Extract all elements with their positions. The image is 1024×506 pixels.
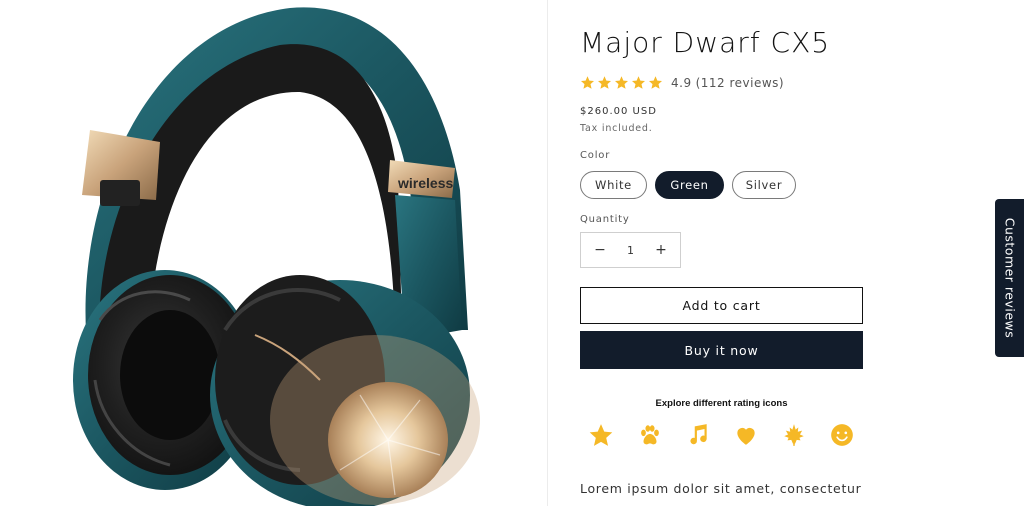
rating-count: (112 reviews) [695,75,785,90]
star-icon [598,76,611,89]
star-icon [615,76,628,89]
quantity-increase-button[interactable]: + [654,242,668,258]
rating-score: 4.9 [671,75,692,90]
rating-stars [580,75,663,90]
music-note-icon[interactable] [685,422,711,448]
color-option-white[interactable]: White [580,171,647,199]
product-price: $260.00 USD [580,106,657,117]
paw-icon[interactable] [637,422,663,448]
buy-now-button[interactable]: Buy it now [580,331,863,369]
rating-icons-row [580,422,863,450]
customer-reviews-tab[interactable]: Customer reviews [995,199,1024,357]
rating-icons-heading: Explore different rating icons [655,398,788,409]
add-to-cart-button[interactable]: Add to cart [580,287,863,324]
star-icon [581,76,594,89]
color-option-green[interactable]: Green [655,171,724,199]
smiley-icon[interactable] [829,422,855,448]
wireless-label: wireless [397,175,453,191]
star-icon [649,76,662,89]
color-label: Color [580,150,611,161]
product-title: Major Dwarf CX5 [580,26,831,59]
quantity-input[interactable]: 1 [627,244,634,257]
product-description: Lorem ipsum dolor sit amet, consectetur [580,481,862,496]
color-option-silver[interactable]: Silver [732,171,796,199]
quantity-stepper: − 1 + [580,232,681,268]
quantity-label: Quantity [580,214,630,225]
leaf-icon[interactable] [781,422,807,448]
quantity-decrease-button[interactable]: − [593,242,607,258]
heart-icon[interactable] [733,422,759,448]
tax-note: Tax included. [580,123,653,134]
customer-reviews-label: Customer reviews [1002,217,1017,339]
product-rating[interactable]: 4.9 (112 reviews) [580,75,784,90]
star-icon [632,76,645,89]
headphones-image[interactable]: wireless [0,0,548,506]
color-options: White Green Silver [580,171,796,199]
rating-text: 4.9 (112 reviews) [671,76,784,90]
star-icon[interactable] [588,422,614,448]
product-info: Major Dwarf CX5 4.9 (112 reviews) $260.00… [580,0,880,506]
product-image-panel: wireless [0,0,548,506]
